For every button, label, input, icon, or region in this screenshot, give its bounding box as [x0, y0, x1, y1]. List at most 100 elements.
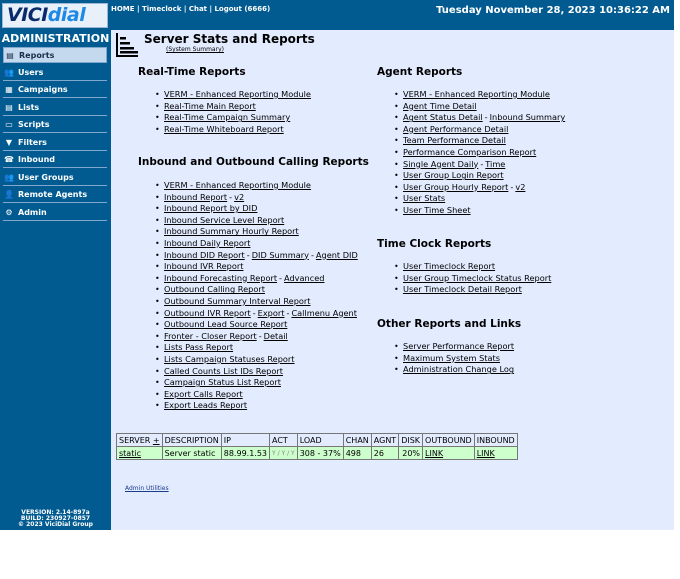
report-link[interactable]: Inbound Summary — [490, 112, 566, 122]
report-link[interactable]: Maximum System Stats — [403, 353, 500, 363]
report-link[interactable]: Lists Pass Report — [164, 342, 233, 352]
users-icon: 👥 — [4, 68, 14, 77]
report-link[interactable]: Server Performance Report — [403, 341, 514, 351]
list-item: Real-Time Whiteboard Report — [155, 124, 311, 136]
report-link[interactable]: Campaign Status List Report — [164, 377, 281, 387]
report-link[interactable]: VERM - Enhanced Reporting Module — [164, 89, 311, 99]
outbound-link[interactable]: LINK — [425, 449, 443, 458]
timeclock-link[interactable]: Timeclock — [142, 5, 181, 13]
report-link[interactable]: Fronter - Closer Report — [164, 331, 257, 341]
report-link[interactable]: Outbound IVR Report — [164, 308, 251, 318]
inbound-link[interactable]: LINK — [477, 449, 495, 458]
report-link[interactable]: Real-Time Campaign Summary — [164, 112, 290, 122]
chat-link[interactable]: Chat — [189, 5, 207, 13]
report-link[interactable]: Inbound DID Report — [164, 250, 245, 260]
cell-load: 308 - 37% — [296, 446, 344, 460]
report-link[interactable]: Advanced — [284, 273, 324, 283]
list-item: Administration Change Log — [394, 364, 514, 376]
report-link[interactable]: VERM - Enhanced Reporting Module — [164, 180, 311, 190]
server-link[interactable]: static — [119, 449, 141, 458]
sidebar-item-admin[interactable]: ⚙ Admin — [3, 205, 107, 221]
sidebar-item-scripts[interactable]: ▭ Scripts — [3, 117, 107, 133]
report-link[interactable]: User Time Sheet — [403, 205, 471, 215]
report-link[interactable]: Export — [258, 308, 285, 318]
report-link[interactable]: Single Agent Daily — [403, 159, 478, 169]
version-info: VERSION: 2.14-897a BUILD: 230927-0857 © … — [18, 509, 93, 528]
sidebar-title: ADMINISTRATION — [1, 32, 110, 45]
report-link[interactable]: DID Summary — [252, 250, 309, 260]
sidebar-item-label: User Groups — [18, 173, 74, 182]
list-item: User Group Hourly Report-v2 — [394, 182, 565, 194]
list-item: Outbound Summary Interval Report — [155, 296, 358, 308]
list-item: Outbound Calling Report — [155, 284, 358, 296]
sidebar-item-reports[interactable]: ▤ Reports — [3, 47, 107, 63]
report-link[interactable]: Real-Time Whiteboard Report — [164, 124, 284, 134]
sidebar-item-remote-agents[interactable]: 👤 Remote Agents — [3, 187, 107, 203]
report-link[interactable]: Inbound IVR Report — [164, 261, 243, 271]
vicidial-logo[interactable]: VICIdial — [2, 3, 108, 28]
report-link[interactable]: v2 — [234, 192, 244, 202]
cell-description: Server static — [161, 446, 222, 460]
sidebar-item-users[interactable]: 👥 Users — [3, 65, 107, 81]
col-description: DESCRIPTION — [161, 433, 222, 447]
link-separator: - — [286, 307, 290, 318]
report-link[interactable]: User Timeclock Report — [403, 261, 495, 271]
report-link[interactable]: User Group Timeclock Status Report — [403, 273, 551, 283]
report-link[interactable]: Agent Status Detail — [403, 112, 483, 122]
report-link[interactable]: Inbound Daily Report — [164, 238, 250, 248]
system-summary-link[interactable]: (System Summary) — [166, 46, 224, 53]
report-link[interactable]: Time — [485, 159, 505, 169]
list-item: Real-Time Main Report — [155, 101, 311, 113]
report-link[interactable]: Inbound Forecasting Report — [164, 273, 277, 283]
report-link[interactable]: Inbound Report — [164, 192, 227, 202]
report-link[interactable]: Real-Time Main Report — [164, 101, 256, 111]
report-link[interactable]: User Group Login Report — [403, 170, 504, 180]
report-link[interactable]: Export Calls Report — [164, 389, 243, 399]
sidebar-item-lists[interactable]: ▤ Lists — [3, 100, 107, 116]
report-link[interactable]: Outbound Summary Interval Report — [164, 296, 311, 306]
report-link[interactable]: User Timeclock Detail Report — [403, 284, 522, 294]
sidebar-item-label: Remote Agents — [18, 190, 88, 199]
list-item: User Timeclock Report — [394, 261, 551, 273]
link-separator: - — [229, 191, 233, 202]
report-link[interactable]: Inbound Summary Hourly Report — [164, 226, 299, 236]
report-link[interactable]: Export Leads Report — [164, 400, 247, 410]
report-link[interactable]: Called Counts List IDs Report — [164, 366, 283, 376]
list-item: Outbound IVR Report-Export-Callmenu Agen… — [155, 307, 358, 320]
report-link[interactable]: Inbound Service Level Report — [164, 215, 284, 225]
home-link[interactable]: HOME — [111, 5, 135, 13]
list-item: VERM - Enhanced Reporting Module — [394, 89, 565, 101]
sidebar-item-user-groups[interactable]: 👥 User Groups — [3, 170, 107, 186]
report-link[interactable]: Agent Performance Detail — [403, 124, 508, 134]
admin-utilities-link[interactable]: Admin Utilities — [125, 485, 169, 492]
report-link[interactable]: Outbound Calling Report — [164, 284, 265, 294]
report-link[interactable]: Detail — [264, 331, 288, 341]
sidebar-item-campaigns[interactable]: ▦ Campaigns — [3, 82, 107, 98]
report-link[interactable]: Agent DID — [316, 250, 358, 260]
list-item: User Time Sheet — [394, 205, 565, 217]
report-link[interactable]: User Group Hourly Report — [403, 182, 508, 192]
report-link[interactable]: VERM - Enhanced Reporting Module — [403, 89, 550, 99]
report-link[interactable]: Administration Change Log — [403, 364, 514, 374]
report-link[interactable]: Callmenu Agent — [291, 308, 357, 318]
realtime-reports-list: VERM - Enhanced Reporting Module Real-Tim… — [155, 89, 311, 136]
list-item: User Stats — [394, 193, 565, 205]
top-bar: VICIdial HOME | Timeclock | Chat | Logou… — [0, 0, 674, 30]
report-link[interactable]: v2 — [515, 182, 525, 192]
report-link[interactable]: Performance Comparison Report — [403, 147, 536, 157]
report-link[interactable]: Outbound Lead Source Report — [164, 319, 287, 329]
add-server-link[interactable]: + — [153, 436, 160, 445]
list-item: VERM - Enhanced Reporting Module — [155, 89, 311, 101]
sidebar-item-filters[interactable]: ▼ Filters — [3, 135, 107, 151]
app-window: VICIdial HOME | Timeclock | Chat | Logou… — [0, 0, 674, 530]
report-link[interactable]: Team Performance Detail — [403, 135, 506, 145]
report-link[interactable]: Agent Time Detail — [403, 101, 477, 111]
logout-link[interactable]: Logout (6666) — [214, 5, 270, 13]
list-item: Lists Pass Report — [155, 342, 358, 354]
list-item: Agent Time Detail — [394, 101, 565, 113]
report-link[interactable]: User Stats — [403, 193, 445, 203]
col-chan: CHAN — [342, 433, 372, 447]
sidebar-item-inbound[interactable]: ☎ Inbound — [3, 152, 107, 168]
report-link[interactable]: Inbound Report by DID — [164, 203, 257, 213]
report-link[interactable]: Lists Campaign Statuses Report — [164, 354, 295, 364]
